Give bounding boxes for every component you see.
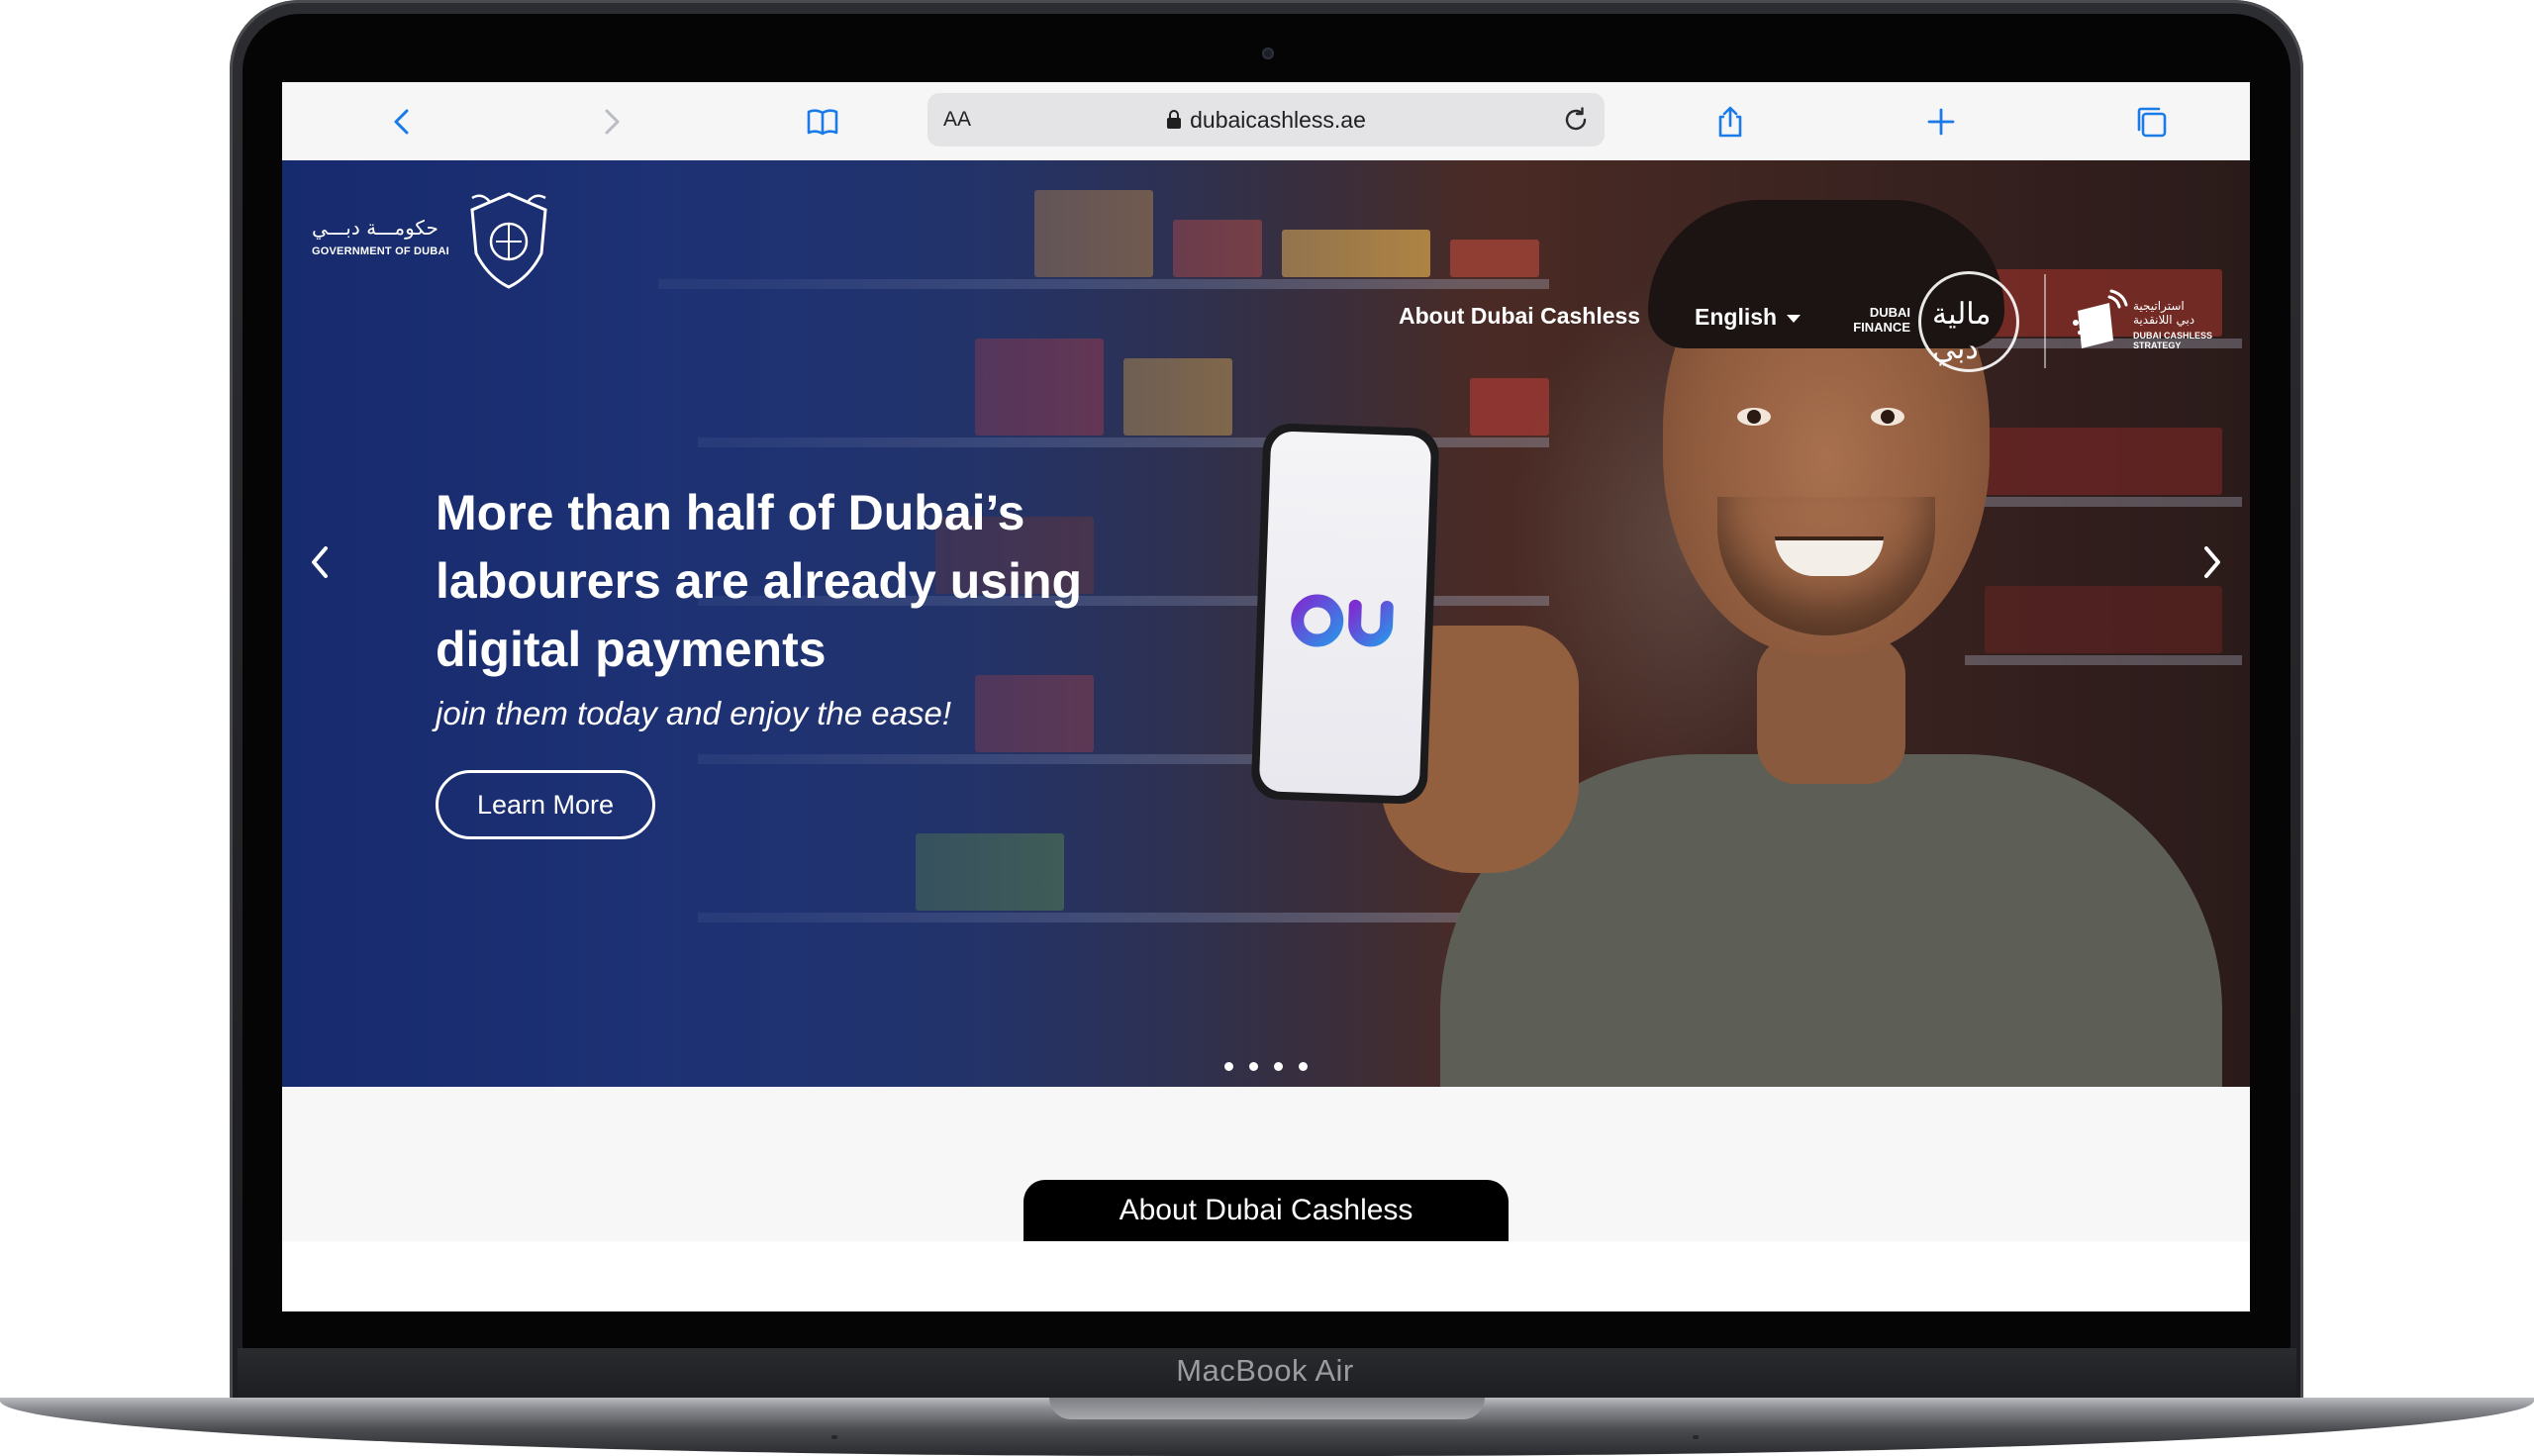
page-content-area: [282, 1241, 2250, 1311]
carousel-dot[interactable]: [1299, 1062, 1308, 1071]
screen: AA dubaicashless.ae حكومـــة دبـــي GOVE…: [282, 82, 2250, 1311]
lock-icon: [1167, 110, 1182, 129]
government-of-dubai-logo[interactable]: حكومـــة دبـــي GOVERNMENT OF DUBAI: [312, 188, 559, 297]
reload-icon[interactable]: [1559, 103, 1593, 137]
chevron-down-icon: [1787, 314, 1802, 323]
language-selector[interactable]: English: [1695, 304, 1802, 331]
learn-more-button[interactable]: Learn More: [436, 770, 655, 839]
hero-headline: More than half of Dubai’s labourers are …: [436, 485, 1083, 677]
carousel-next-button[interactable]: [2194, 538, 2230, 586]
device-label: MacBook Air: [1176, 1353, 1354, 1388]
url-display[interactable]: dubaicashless.ae: [927, 93, 1605, 146]
about-section: About Dubai Cashless: [282, 1087, 2250, 1241]
chevron-right-icon: [2204, 546, 2220, 578]
about-tab-label: About Dubai Cashless: [1119, 1194, 1413, 1226]
dubai-finance-logo[interactable]: DUBAI FINANCE مالية دبي: [1841, 271, 2019, 372]
carousel-dot[interactable]: [1224, 1062, 1233, 1071]
back-icon[interactable]: [381, 100, 425, 144]
cashless-card-icon: [2073, 289, 2128, 348]
about-dubai-cashless-tab[interactable]: About Dubai Cashless: [1023, 1180, 1509, 1241]
bookmarks-icon[interactable]: [801, 100, 844, 144]
chevron-left-icon: [312, 546, 328, 578]
new-tab-icon[interactable]: [1919, 100, 1963, 144]
laptop-hinge-notch: [1049, 1398, 1485, 1419]
dubai-finance-arabic: مالية دبي: [1932, 297, 1992, 366]
browser-toolbar: AA dubaicashless.ae: [282, 82, 2250, 161]
dubai-finance-english: DUBAI FINANCE: [1853, 305, 1910, 335]
gov-logo-english: GOVERNMENT OF DUBAI: [312, 245, 449, 257]
logo-divider: [2044, 274, 2046, 368]
carousel-prev-button[interactable]: [302, 538, 338, 586]
language-label: English: [1695, 304, 1778, 330]
tabs-icon[interactable]: [2129, 100, 2173, 144]
share-icon[interactable]: [1708, 100, 1752, 144]
camera-icon: [1262, 48, 1274, 59]
laptop-foot: [1693, 1435, 1699, 1439]
gov-logo-arabic: حكومـــة دبـــي: [312, 216, 439, 240]
laptop-foot: [831, 1435, 837, 1439]
hero-subline: join them today and enjoy the ease!: [436, 695, 952, 731]
hero-carousel: حكومـــة دبـــي GOVERNMENT OF DUBAI Abou…: [282, 160, 2250, 1087]
carousel-dot[interactable]: [1249, 1062, 1258, 1071]
phone-mockup: [1250, 423, 1440, 805]
strategy-arabic: استراتيجية دبي اللانقدية: [2133, 299, 2195, 327]
forward-icon[interactable]: [589, 100, 633, 144]
address-bar[interactable]: AA dubaicashless.ae: [927, 93, 1605, 146]
carousel-dot[interactable]: [1274, 1062, 1283, 1071]
dubai-emblem-icon: [470, 192, 547, 289]
url-text: dubaicashless.ae: [1190, 106, 1366, 133]
dubai-cashless-strategy-logo[interactable]: استراتيجية دبي اللانقدية DUBAI CASHLESS …: [2072, 271, 2230, 370]
nav-about-dubai-cashless[interactable]: About Dubai Cashless: [1399, 303, 1640, 330]
carousel-dots: [1224, 1062, 1308, 1071]
strategy-english: DUBAI CASHLESS STRATEGY: [2133, 331, 2213, 350]
du-logo-icon: [1291, 575, 1394, 649]
